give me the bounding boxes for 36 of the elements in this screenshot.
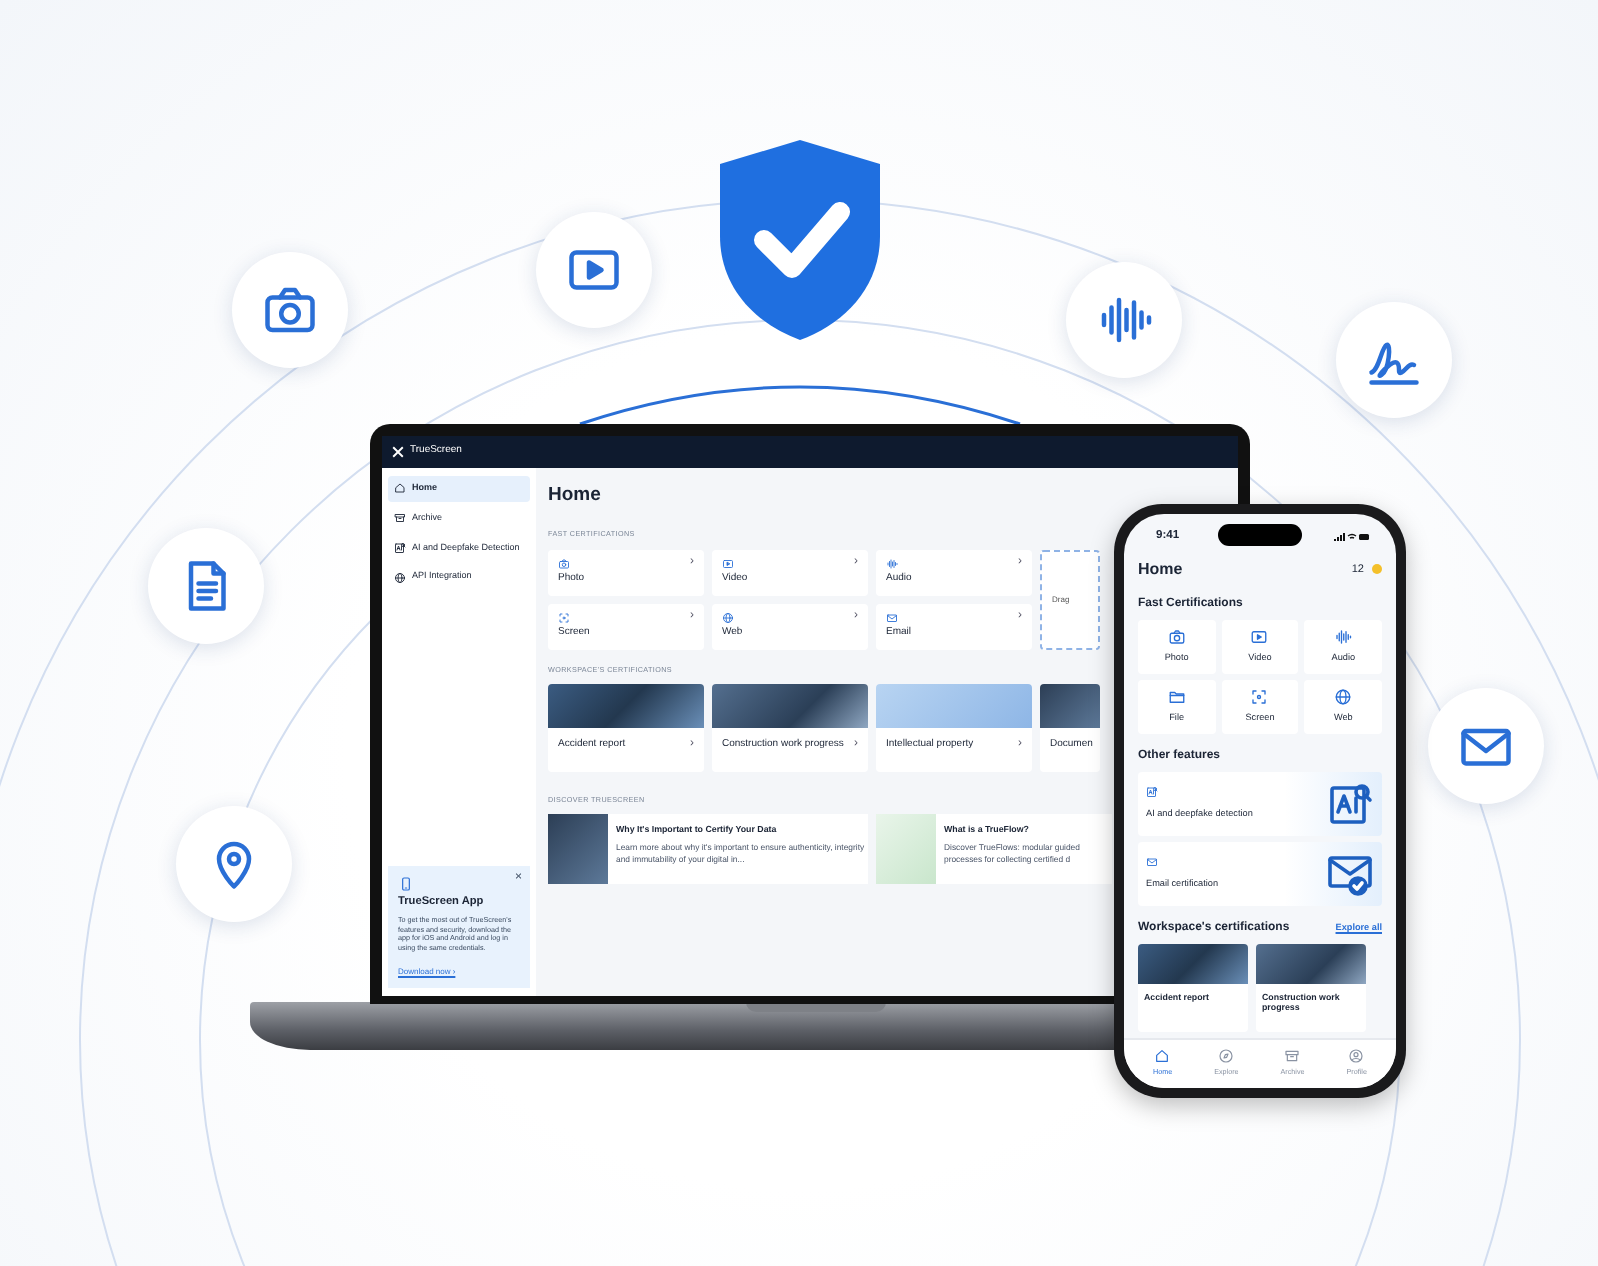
folder-icon [1167,687,1186,706]
status-icons [1334,531,1370,542]
photo-placeholder [1138,943,1248,984]
logo-icon [392,446,404,458]
audio-wave-icon [1334,627,1353,646]
profile-icon [1348,1047,1365,1064]
mail-icon [1146,855,1158,868]
shield-check-icon [716,136,884,344]
ai-icon [1146,785,1158,798]
dynamic-island [1218,524,1302,546]
globe-icon [1334,687,1353,706]
mail-icon [886,611,898,624]
ai-icon [394,541,406,554]
compass-icon [1218,1047,1235,1064]
page-title: Home [548,482,601,510]
play-icon [1250,627,1269,646]
photo-placeholder [1040,684,1100,729]
screen-capture-icon [558,611,570,624]
home-icon [394,482,406,495]
photo-placeholder [548,814,608,885]
archive-icon [394,512,406,525]
illustration-placeholder [876,814,936,885]
photo-placeholder [1256,943,1366,984]
globe-icon [394,571,406,584]
coin-icon [1372,564,1382,575]
phone-icon [398,876,414,893]
camera-icon [558,557,570,570]
page-title: Home [1138,557,1183,582]
ai-search-icon [1326,779,1374,828]
play-icon [722,557,734,570]
audio-wave-icon [886,557,898,570]
archive-icon [1284,1047,1301,1064]
screen-capture-icon [1250,687,1269,706]
home-icon [1154,1047,1171,1064]
globe-icon [722,611,734,624]
camera-icon [1167,627,1186,646]
